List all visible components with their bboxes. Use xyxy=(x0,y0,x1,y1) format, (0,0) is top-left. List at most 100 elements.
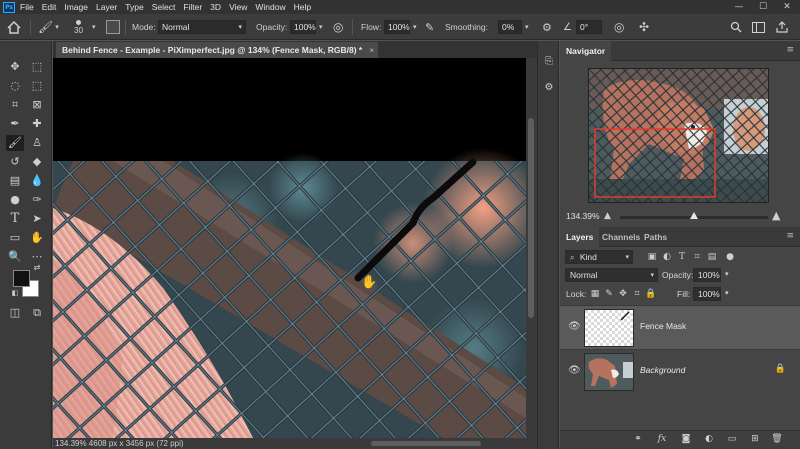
menu-filter[interactable]: Filter xyxy=(183,2,202,12)
new-group-icon[interactable]: ▭ xyxy=(725,434,739,444)
healing-brush-tool-icon[interactable]: ✚ xyxy=(28,116,46,132)
navigator-zoom-slider[interactable] xyxy=(620,212,768,219)
layer-row-background[interactable]: 👁 Background 🔒 xyxy=(560,349,800,393)
clone-stamp-tool-icon[interactable]: ♙ xyxy=(28,135,46,151)
brush-angle-input[interactable]: 0° xyxy=(576,14,602,40)
navigator-zoom-knob[interactable] xyxy=(690,212,698,219)
brush-tool-preset-button[interactable]: 🖌 ▾ xyxy=(38,14,59,40)
adjustment-layer-icon[interactable]: ◐ xyxy=(702,434,716,444)
brush-settings-toggle[interactable] xyxy=(106,14,120,40)
zoom-in-icon[interactable]: ▲ xyxy=(772,209,780,222)
screen-mode-icon[interactable]: ⧉ xyxy=(28,305,46,321)
type-filter-icon[interactable]: T xyxy=(676,251,688,263)
tab-navigator[interactable]: Navigator xyxy=(560,41,612,61)
eye-icon[interactable]: 👁 xyxy=(568,321,581,332)
object-select-tool-icon[interactable]: ⬚ xyxy=(28,78,46,94)
lock-transparent-icon[interactable]: ▦ xyxy=(589,288,601,300)
flow-input[interactable]: 100% ▾ xyxy=(384,14,417,40)
lock-image-icon[interactable]: ✎ xyxy=(603,288,615,300)
blur-tool-icon[interactable]: 💧 xyxy=(28,173,46,189)
delete-layer-icon[interactable]: 🗑 xyxy=(770,434,784,444)
symmetry-button[interactable]: ✣ xyxy=(639,14,649,40)
zoom-tool-icon[interactable]: 🔍 xyxy=(6,249,24,265)
quick-mask-icon[interactable]: ◫ xyxy=(6,305,24,321)
panel-menu-icon[interactable]: ≡ xyxy=(786,231,794,241)
zoom-out-icon[interactable]: ▲ xyxy=(604,211,611,221)
tab-paths[interactable]: Paths xyxy=(638,227,673,247)
navigator-zoom-value[interactable]: 134.39% xyxy=(566,211,600,221)
opacity-input[interactable]: 100% ▾ xyxy=(290,14,323,40)
filter-toggle-icon[interactable]: ● xyxy=(724,251,736,263)
marquee-tool-icon[interactable]: ⬚ xyxy=(28,59,46,75)
frame-tool-icon[interactable]: ⊠ xyxy=(28,97,46,113)
chevron-down-icon[interactable]: ▾ xyxy=(725,270,729,278)
brush-size-dropdown[interactable]: ▾ xyxy=(92,14,96,40)
vertical-scrollbar[interactable] xyxy=(526,58,537,438)
default-colors-icon[interactable]: ◧ xyxy=(10,288,20,298)
close-window-button[interactable]: ✕ xyxy=(776,0,798,14)
pressure-size-button[interactable]: ◎ xyxy=(614,14,624,40)
adjustment-filter-icon[interactable]: ◐ xyxy=(661,251,673,263)
search-button[interactable] xyxy=(730,14,742,40)
eraser-tool-icon[interactable]: ◆ xyxy=(28,154,46,170)
tab-layers[interactable]: Layers xyxy=(560,227,600,247)
airbrush-button[interactable]: ✎ xyxy=(425,14,434,40)
fill-input[interactable]: 100% xyxy=(693,287,721,301)
hand-tool-icon[interactable]: ✋ xyxy=(28,230,46,246)
link-layers-icon[interactable]: ⚭ xyxy=(631,434,645,444)
history-brush-tool-icon[interactable]: ↺ xyxy=(6,154,24,170)
pixel-filter-icon[interactable]: ▣ xyxy=(646,251,658,263)
lock-position-icon[interactable]: ✥ xyxy=(617,288,629,300)
close-document-icon[interactable]: × xyxy=(369,42,374,58)
home-button[interactable] xyxy=(7,14,21,40)
layer-opacity-input[interactable]: 100% xyxy=(693,268,721,282)
move-tool-icon[interactable]: ✥ xyxy=(6,59,24,75)
canvas-image[interactable]: ✋ xyxy=(53,58,526,438)
lock-artboard-icon[interactable]: ⌗ xyxy=(631,288,643,300)
smoothing-options-button[interactable]: ⚙ xyxy=(542,14,552,40)
smart-object-filter-icon[interactable]: ▤ xyxy=(706,251,718,263)
history-panel-icon[interactable]: ⎘ xyxy=(542,55,556,69)
menu-window[interactable]: Window xyxy=(255,2,285,12)
smoothing-input[interactable]: 0% ▾ xyxy=(498,14,529,40)
menu-file[interactable]: File xyxy=(20,2,34,12)
rectangle-tool-icon[interactable]: ▭ xyxy=(6,230,24,246)
maximize-button[interactable]: ☐ xyxy=(752,0,774,14)
menu-help[interactable]: Help xyxy=(294,2,311,12)
menu-layer[interactable]: Layer xyxy=(96,2,117,12)
crop-tool-icon[interactable]: ⌗ xyxy=(6,97,24,113)
layer-row-fence-mask[interactable]: 👁 Fence Mask xyxy=(560,305,800,349)
menu-select[interactable]: Select xyxy=(152,2,176,12)
pen-tool-icon[interactable]: ✑ xyxy=(28,192,46,208)
blend-mode-dropdown[interactable]: Normal ▾ xyxy=(565,268,658,282)
brush-tool-icon[interactable]: 🖌 xyxy=(6,135,24,151)
vertical-scroll-thumb[interactable] xyxy=(528,118,534,318)
path-selection-tool-icon[interactable]: ➤ xyxy=(28,211,46,227)
add-mask-icon[interactable]: ◙ xyxy=(679,434,693,444)
menu-edit[interactable]: Edit xyxy=(42,2,57,12)
properties-panel-icon[interactable]: ⚙ xyxy=(542,81,556,95)
dodge-tool-icon[interactable]: ● xyxy=(6,192,24,208)
gradient-tool-icon[interactable]: ▤ xyxy=(6,173,24,189)
fx-icon[interactable]: fx xyxy=(655,434,669,444)
mode-dropdown[interactable]: Normal ▾ xyxy=(158,14,246,40)
menu-view[interactable]: View xyxy=(229,2,247,12)
brush-size-picker[interactable]: 30 xyxy=(74,14,83,40)
document-canvas[interactable]: ✋ xyxy=(53,58,526,438)
pressure-opacity-button[interactable]: ◎ xyxy=(333,14,343,40)
chevron-down-icon[interactable]: ▾ xyxy=(725,289,729,297)
document-tab[interactable]: Behind Fence - Example - PiXimperfect.jp… xyxy=(56,42,379,58)
layer-filter-dropdown[interactable]: ⌕ Kind ▾ xyxy=(565,250,633,264)
menu-image[interactable]: Image xyxy=(64,2,88,12)
swap-colors-icon[interactable]: ⇄ xyxy=(32,263,42,273)
eyedropper-tool-icon[interactable]: ✒ xyxy=(6,116,24,132)
horizontal-scroll-thumb[interactable] xyxy=(371,441,481,446)
panel-menu-icon[interactable]: ≡ xyxy=(786,45,794,55)
new-layer-icon[interactable]: ⊞ xyxy=(748,434,762,444)
foreground-color-swatch[interactable] xyxy=(13,270,30,287)
lock-icon[interactable]: 🔒 xyxy=(775,364,786,374)
workspace-button[interactable] xyxy=(752,14,765,40)
type-tool-icon[interactable]: T xyxy=(6,211,24,227)
eye-icon[interactable]: 👁 xyxy=(568,365,581,376)
shape-filter-icon[interactable]: ⌗ xyxy=(691,251,703,263)
